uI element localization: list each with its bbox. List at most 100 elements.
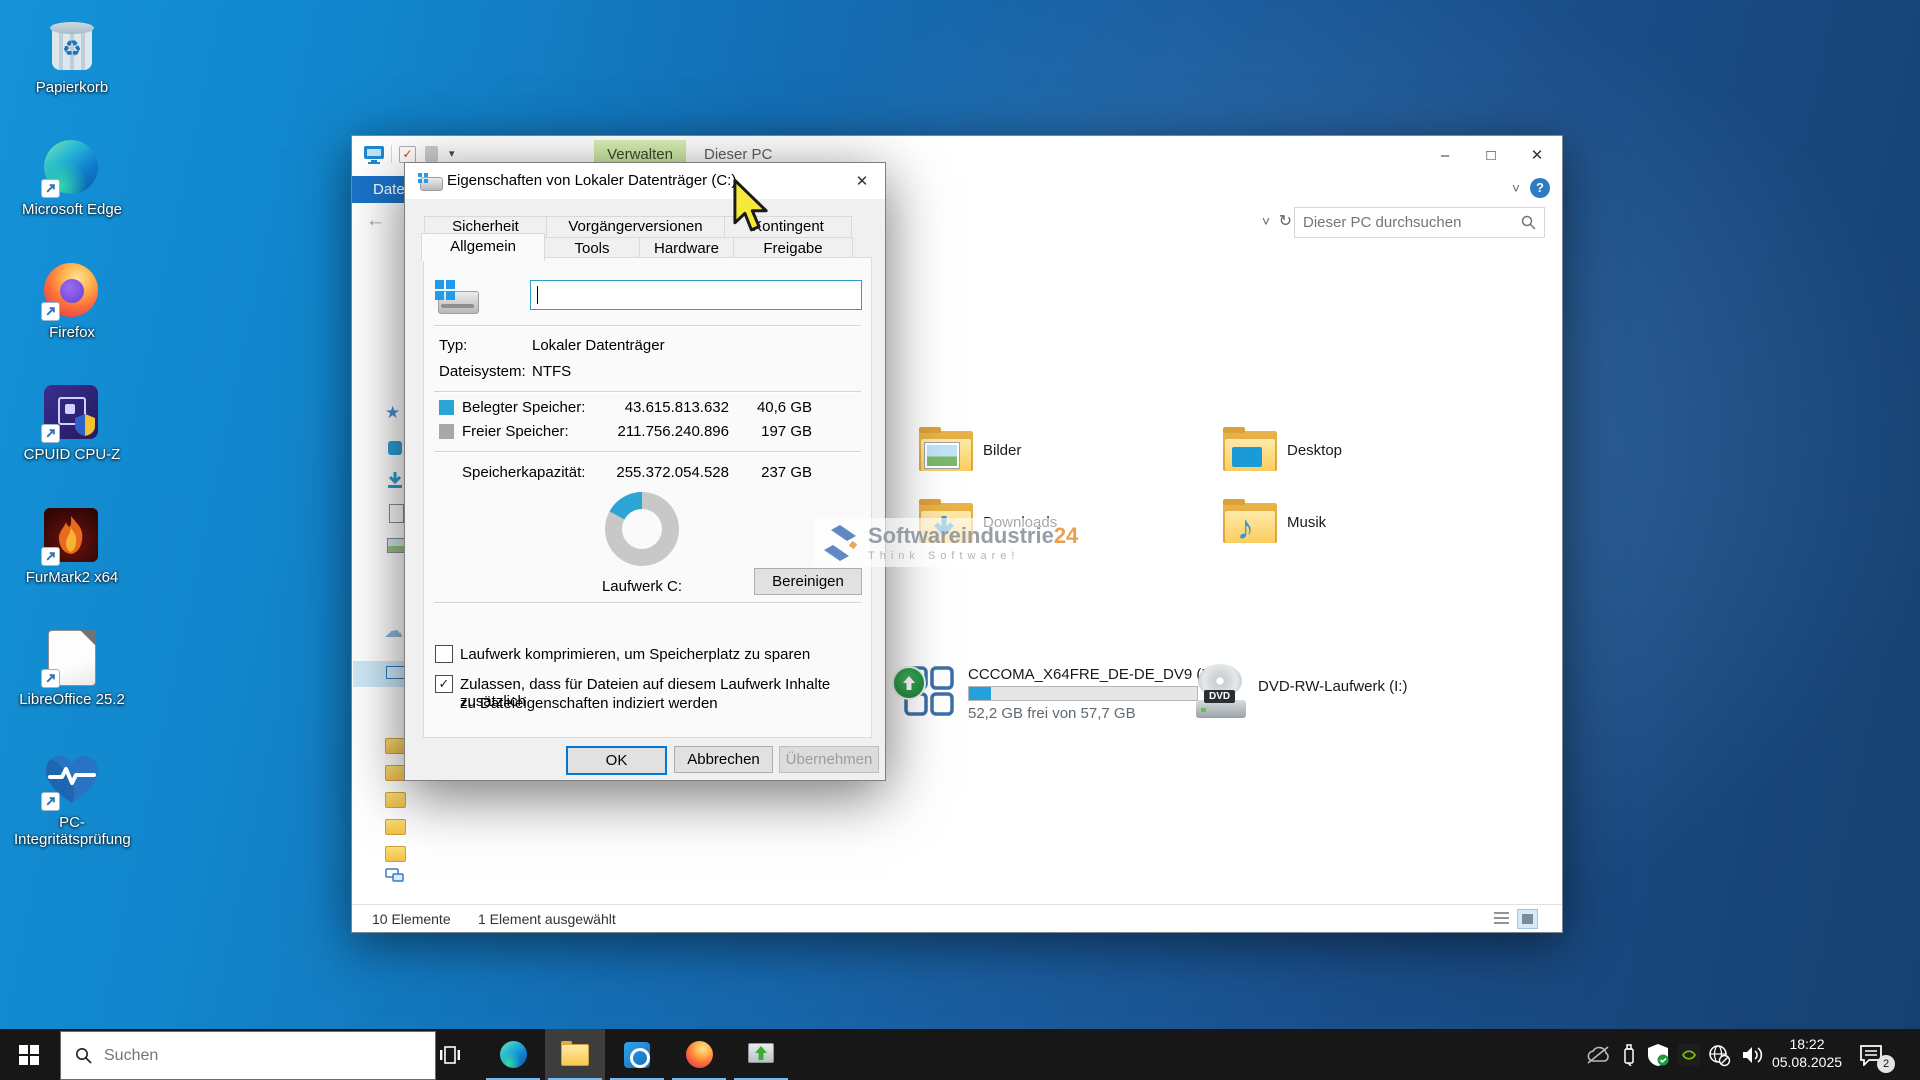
compress-checkbox-label: Laufwerk komprimieren, um Speicherplatz … <box>460 646 810 663</box>
drive-name: DVD-RW-Laufwerk (I:) <box>1258 664 1407 730</box>
filesystem-label: Dateisystem: <box>439 363 526 380</box>
minimize-button[interactable]: – <box>1422 136 1468 174</box>
taskbar-app-outlook[interactable] <box>607 1029 667 1080</box>
dialog-close-button[interactable]: ✕ <box>847 168 877 194</box>
drive-d-usage-bar <box>968 686 1198 701</box>
help-icon[interactable]: ? <box>1530 178 1550 198</box>
shortcut-arrow-icon <box>41 179 60 198</box>
folder-musik[interactable]: ♪ Musik <box>1223 493 1513 551</box>
sidebar-onedrive-cloud-icon[interactable]: ☁ <box>384 620 403 643</box>
sidebar-folder-icon[interactable] <box>385 738 406 754</box>
sidebar-folder-icon[interactable] <box>385 819 406 835</box>
start-button[interactable] <box>0 1029 58 1080</box>
free-bytes: 211.756.240.896 <box>574 423 729 440</box>
qat-customize-caret-icon[interactable]: ▾ <box>449 147 455 160</box>
folder-name: Bilder <box>983 442 1021 459</box>
drive-icon <box>418 173 442 189</box>
compress-checkbox[interactable] <box>435 645 453 663</box>
qat-computer-icon[interactable] <box>362 145 386 165</box>
taskbar-app-edge[interactable] <box>483 1029 543 1080</box>
sidebar-selected-row[interactable] <box>353 661 405 687</box>
window-title: Dieser PC <box>704 146 772 163</box>
volume-label-field[interactable] <box>530 280 862 310</box>
folder-icon <box>1223 427 1277 473</box>
back-icon[interactable]: ← <box>366 210 385 232</box>
shortcut-arrow-icon <box>41 669 60 688</box>
onedrive-icon[interactable] <box>1585 1042 1611 1068</box>
mouse-cursor <box>731 178 773 234</box>
security-shield-icon[interactable] <box>1645 1042 1671 1068</box>
nvidia-icon[interactable] <box>1676 1042 1702 1068</box>
maximize-button[interactable]: □ <box>1468 136 1514 174</box>
ribbon-expand-icon[interactable]: ˅ <box>1512 180 1520 196</box>
details-view-icon[interactable] <box>1493 910 1510 926</box>
taskbar-search-input[interactable] <box>102 1046 435 1066</box>
tab-vorgaengerversionen[interactable]: Vorgängerversionen <box>546 216 725 238</box>
drive-d-usage-fill <box>969 687 991 700</box>
cancel-button[interactable]: Abbrechen <box>674 746 773 773</box>
task-view-button[interactable] <box>424 1029 476 1080</box>
desktop-icon-label: LibreOffice 25.2 <box>14 691 130 708</box>
folder-icon: ♪ <box>1223 499 1277 545</box>
separator <box>434 391 861 392</box>
explorer-search-input[interactable] <box>1295 214 1521 231</box>
filesystem-value: NTFS <box>532 363 571 380</box>
free-color-swatch <box>439 424 454 439</box>
free-space-label: Freier Speicher: <box>462 423 569 440</box>
desktop-icon-furmark[interactable]: FurMark2 x64 <box>14 508 130 586</box>
search-icon <box>75 1047 92 1064</box>
close-button[interactable]: ✕ <box>1514 136 1560 174</box>
dvd-badge: DVD <box>1204 690 1235 703</box>
drive-dvd[interactable]: DVD DVD-RW-Laufwerk (I:) <box>1194 664 1494 730</box>
desktop-icon-pc-health-check[interactable]: PC-Integritätsprüfung <box>14 753 130 848</box>
shortcut-arrow-icon <box>41 424 60 443</box>
index-checkbox-label-line2: zu Dateieigenschaften indiziert werden <box>460 695 718 712</box>
sidebar-document-icon[interactable] <box>389 504 404 523</box>
desktop-icon-firefox[interactable]: Firefox <box>14 263 130 341</box>
desktop-icon-edge[interactable]: Microsoft Edge <box>14 140 130 218</box>
drive-d[interactable]: CCCOMA_X64FRE_DE-DE_DV9 (D:) 52,2 GB fre… <box>896 660 1226 730</box>
qat-newfolder-icon[interactable] <box>425 146 438 162</box>
taskbar-search-box[interactable] <box>60 1031 436 1080</box>
thumbnail-view-icon[interactable] <box>1517 909 1538 929</box>
desktop-icon-cpuz[interactable]: CPUID CPU-Z <box>14 385 130 463</box>
recycle-icon: ♻ <box>50 36 94 62</box>
sidebar-downloads-icon[interactable] <box>386 471 404 494</box>
folder-desktop[interactable]: Desktop <box>1223 421 1513 479</box>
drive-c-label: Laufwerk C: <box>570 578 714 595</box>
watermark-text: Softwareindustrie <box>868 523 1054 548</box>
file-explorer-icon <box>561 1044 589 1066</box>
volume-label-input[interactable] <box>531 281 873 309</box>
apply-button[interactable]: Übernehmen <box>779 746 879 773</box>
edge-icon <box>500 1041 527 1068</box>
cleanup-button[interactable]: Bereinigen <box>754 568 862 595</box>
qat-divider <box>391 145 392 163</box>
desktop-icon-libreoffice[interactable]: LibreOffice 25.2 <box>14 630 130 708</box>
explorer-search-box[interactable] <box>1294 207 1545 238</box>
taskbar-app-firefox[interactable] <box>669 1029 729 1080</box>
photo-glyph <box>925 443 959 468</box>
taskbar-clock[interactable]: 18:22 05.08.2025 <box>1765 1035 1849 1071</box>
desktop-icon-label: FurMark2 x64 <box>14 569 130 586</box>
address-dropdown-icon[interactable]: ˅ <box>1262 213 1270 229</box>
sidebar-folder-icon[interactable] <box>385 846 406 862</box>
taskbar-app-explorer[interactable] <box>545 1029 605 1080</box>
drive-free-text: 52,2 GB frei von 57,7 GB <box>968 705 1221 722</box>
sidebar-quick-access-star-icon[interactable]: ★ <box>385 403 400 423</box>
sidebar-network-icon[interactable] <box>385 868 404 888</box>
qat-properties-icon[interactable]: ✓ <box>399 146 416 163</box>
sidebar-folder-icon[interactable] <box>385 765 406 781</box>
usb-icon[interactable] <box>1616 1042 1642 1068</box>
desktop-icon-recycle-bin[interactable]: ♻ Papierkorb <box>14 18 130 96</box>
sidebar-folder-icon[interactable] <box>385 792 406 808</box>
network-globe-icon[interactable] <box>1706 1042 1732 1068</box>
refresh-icon[interactable]: ↻ <box>1279 211 1292 231</box>
ok-button[interactable]: OK <box>566 746 667 775</box>
sidebar-item-icon[interactable] <box>388 441 402 455</box>
volume-icon[interactable] <box>1740 1042 1766 1068</box>
index-checkbox[interactable]: ✓ <box>435 675 453 693</box>
taskbar-app-media-tool[interactable] <box>731 1029 791 1080</box>
used-color-swatch <box>439 400 454 415</box>
tab-allgemein-active[interactable]: Allgemein <box>421 233 545 261</box>
folder-bilder[interactable]: Bilder <box>919 421 1209 479</box>
